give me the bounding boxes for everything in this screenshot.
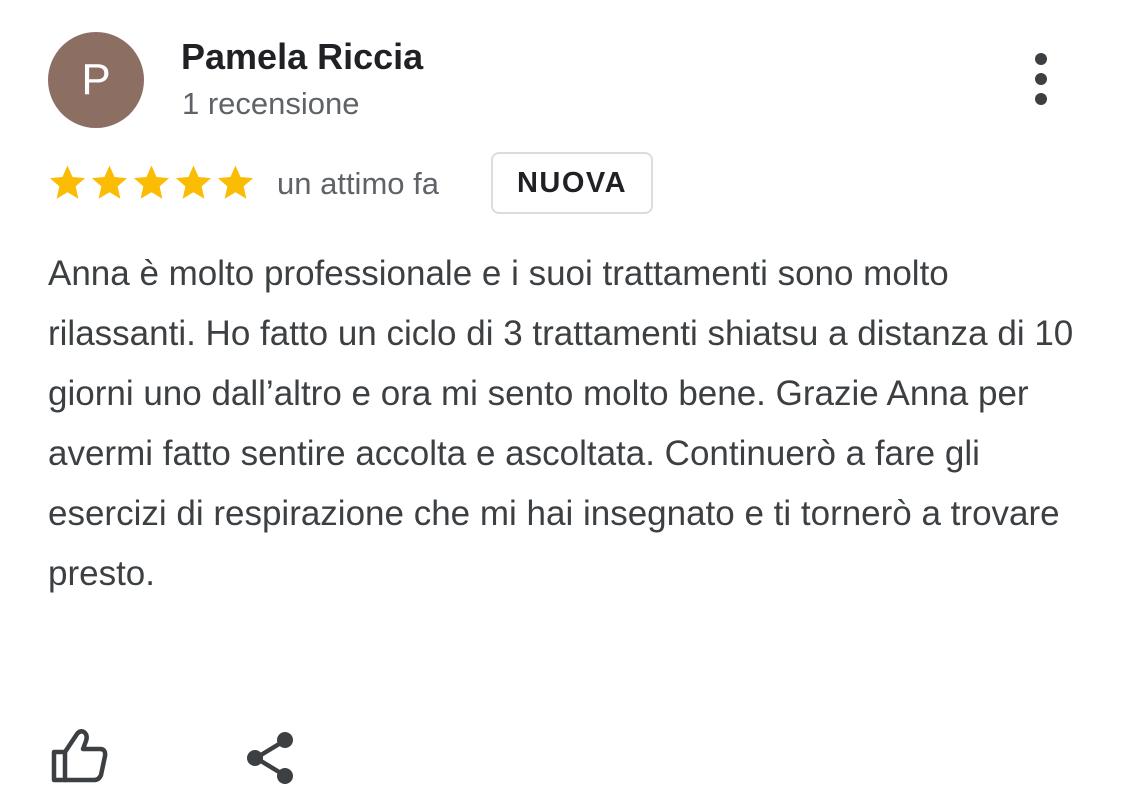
- thumb-up-icon: [51, 729, 108, 783]
- dot: [1035, 53, 1047, 65]
- star-icon: [175, 165, 212, 199]
- review-text: Anna è molto professionale e i suoi trat…: [48, 254, 1074, 593]
- star-icon: [133, 165, 170, 199]
- star-rating: [48, 163, 255, 202]
- more-options-button[interactable]: [1018, 48, 1064, 110]
- avatar-initial: P: [81, 55, 111, 104]
- new-badge: NUOVA: [491, 152, 653, 214]
- star-icon: [49, 165, 86, 199]
- review-time: un attimo fa: [277, 166, 439, 201]
- dot: [1035, 93, 1047, 105]
- share-button[interactable]: [244, 731, 296, 785]
- author-name[interactable]: Pamela Riccia: [181, 36, 423, 78]
- review-count[interactable]: 1 recensione: [182, 86, 360, 122]
- star-icon: [217, 165, 254, 199]
- like-button[interactable]: [50, 728, 108, 784]
- star-icon: [91, 165, 128, 199]
- dot: [1035, 73, 1047, 85]
- share-icon: [247, 732, 293, 784]
- avatar[interactable]: P: [48, 32, 144, 128]
